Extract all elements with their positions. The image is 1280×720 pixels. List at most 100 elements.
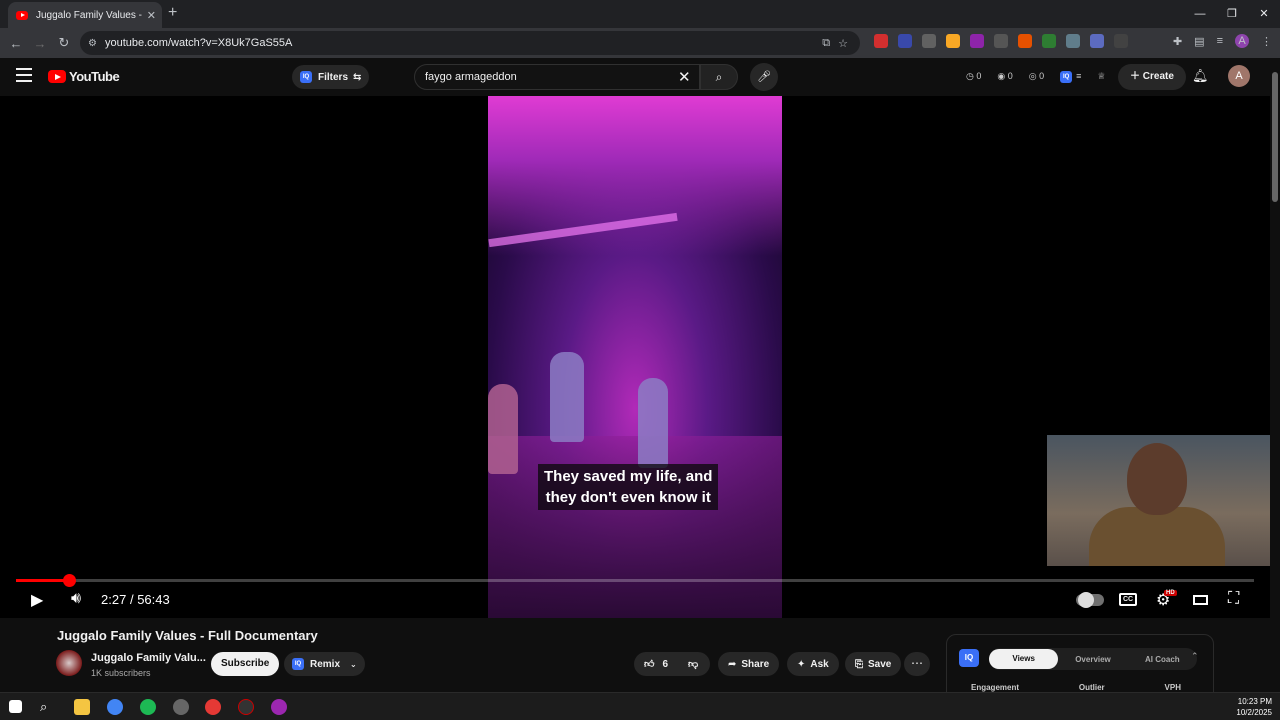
clear-search-icon[interactable]: ✕ (678, 68, 691, 86)
chrome-menu-icon[interactable]: ⋮ (1261, 35, 1272, 48)
extension-icon[interactable] (1042, 34, 1056, 48)
channel-name[interactable]: Juggalo Family Valu... (91, 652, 206, 664)
search-button[interactable]: ⌕ (700, 64, 738, 90)
youtube-header: YouTube IQ Filters ⇆ faygo armageddon ✕ … (0, 58, 1270, 96)
youtube-logo[interactable]: YouTube (48, 69, 120, 84)
video-player[interactable]: They saved my life, and they don't even … (0, 96, 1270, 618)
extension-icon[interactable] (970, 34, 984, 48)
more-actions-icon[interactable]: ⋯ (904, 652, 930, 676)
minimize-icon[interactable]: — (1184, 0, 1216, 28)
iq-column-headers: Engagement Outlier VPH (971, 683, 1181, 692)
stat-views: ◎ 0 (1028, 71, 1045, 81)
youtube-wordmark: YouTube (69, 69, 120, 84)
sparkle-icon: ✦ (797, 658, 806, 670)
plus-icon: ＋ (1130, 71, 1140, 82)
dislike-icon[interactable]: 👎︎ (688, 658, 698, 670)
app-icon[interactable] (238, 699, 254, 715)
chrome-icon[interactable] (107, 699, 123, 715)
ask-button[interactable]: ✦ Ask (787, 652, 839, 676)
close-window-icon[interactable]: ✕ (1248, 0, 1280, 28)
hd-badge: HD (1164, 590, 1177, 596)
fullscreen-icon[interactable]: ⛶ (1228, 590, 1239, 608)
close-tab-icon[interactable]: ✕ (147, 9, 156, 22)
browser-tab[interactable]: Juggalo Family Values - Full Do ✕ (8, 2, 162, 28)
spotify-icon[interactable] (140, 699, 156, 715)
page-scrollbar[interactable] (1270, 58, 1280, 692)
share-button[interactable]: ➦ Share (718, 652, 780, 676)
theater-mode-icon[interactable] (1193, 595, 1208, 605)
reload-icon[interactable]: ↻ (52, 35, 76, 51)
create-label: Create (1142, 71, 1174, 82)
restore-icon[interactable]: ❐ (1216, 0, 1248, 28)
iq-icon: IQ (292, 658, 304, 670)
search-input[interactable]: faygo armageddon (414, 64, 700, 90)
iq-icon[interactable]: IQ (1060, 71, 1073, 83)
extension-icon[interactable] (994, 34, 1008, 48)
address-bar[interactable]: ⚙ youtube.com/watch?v=X8Uk7GaS55A ⧉ ☆ (80, 31, 860, 55)
filters-button[interactable]: IQ Filters ⇆ (292, 65, 370, 89)
site-info-icon[interactable]: ⚙ (88, 38, 97, 49)
chevron-down-icon: ⌄ (350, 659, 357, 669)
trophy-icon[interactable]: ♕ (1097, 71, 1105, 83)
play-icon[interactable]: ▶ (31, 590, 43, 610)
autoplay-toggle[interactable] (1076, 592, 1104, 608)
url-text: youtube.com/watch?v=X8Uk7GaS55A (104, 37, 293, 49)
extension-icon[interactable] (1090, 34, 1104, 48)
account-avatar[interactable]: A (1228, 65, 1250, 87)
extension-icon[interactable] (1018, 34, 1032, 48)
video-caption: They saved my life, and they don't even … (538, 464, 719, 510)
extension-icon[interactable] (1114, 34, 1128, 48)
save-button[interactable]: ⎘ Save (845, 652, 902, 676)
scrubber-handle[interactable] (63, 574, 76, 587)
youtube-favicon-icon (16, 10, 28, 20)
back-icon[interactable]: ← (4, 36, 28, 51)
app-icon[interactable] (205, 699, 221, 715)
subtitles-cc-icon[interactable]: CC (1119, 593, 1137, 606)
side-panel-icon[interactable]: ▤ (1194, 35, 1204, 48)
search-icon[interactable]: ⌕ (40, 699, 56, 715)
stat-eye: ◉ 0 (997, 71, 1013, 81)
file-explorer-icon[interactable] (74, 699, 90, 715)
profile-avatar[interactable]: A (1235, 34, 1249, 48)
subscribe-button[interactable]: Subscribe (211, 652, 280, 676)
scrollbar-thumb[interactable] (1272, 72, 1278, 202)
windows-start-icon[interactable] (9, 700, 22, 713)
tab-views[interactable]: Views (989, 649, 1059, 669)
volume-icon[interactable]: 🔊︎ (71, 590, 81, 608)
iq-logo: IQ (959, 649, 979, 667)
voice-search-button[interactable]: 🎤︎ (750, 63, 778, 91)
chevron-up-icon[interactable]: ⌃ (1191, 651, 1199, 662)
app-icon[interactable] (271, 699, 287, 715)
notifications-bell-icon[interactable]: 🔔︎ (1192, 68, 1209, 84)
progress-bar[interactable] (16, 579, 1254, 582)
tab-ai-coach[interactable]: AI Coach (1128, 655, 1197, 664)
like-icon[interactable]: 👍︎ (644, 658, 654, 670)
extension-icon[interactable] (874, 34, 888, 48)
install-app-icon[interactable]: ⧉ (822, 37, 830, 50)
create-button[interactable]: ＋ Create (1118, 64, 1186, 90)
extension-icon[interactable] (1066, 34, 1080, 48)
remix-button[interactable]: IQ Remix ⌄ (284, 652, 365, 676)
menu-icon[interactable] (16, 68, 32, 82)
sliders-icon: ⇆ (353, 71, 362, 83)
forward-icon[interactable]: → (28, 36, 52, 51)
extensions-puzzle-icon[interactable]: ✚ (1173, 35, 1182, 48)
list-icon[interactable]: ≡ (1076, 71, 1081, 83)
channel-avatar[interactable] (56, 650, 82, 676)
bookmark-star-icon[interactable]: ☆ (838, 37, 848, 50)
iq-tabs: Views Overview AI Coach (989, 648, 1197, 670)
obs-icon[interactable] (173, 699, 189, 715)
youtube-play-logo-icon (48, 70, 66, 83)
extensions-row (874, 34, 1138, 48)
tab-search-icon[interactable]: ≡ (1217, 35, 1223, 47)
tab-overview[interactable]: Overview (1058, 655, 1127, 664)
like-count: 6 (662, 658, 669, 670)
extension-icon[interactable] (898, 34, 912, 48)
extension-icon[interactable] (922, 34, 936, 48)
browser-tab-bar: Juggalo Family Values - Full Do ✕ + — ❐ … (0, 0, 1280, 28)
new-tab-icon[interactable]: + (168, 4, 177, 22)
video-details: Juggalo Family Values - Full Documentary… (0, 618, 1270, 694)
extension-icon[interactable] (946, 34, 960, 48)
bookmark-icon: ⎘ (855, 658, 863, 670)
iq-icon: IQ (300, 71, 312, 83)
